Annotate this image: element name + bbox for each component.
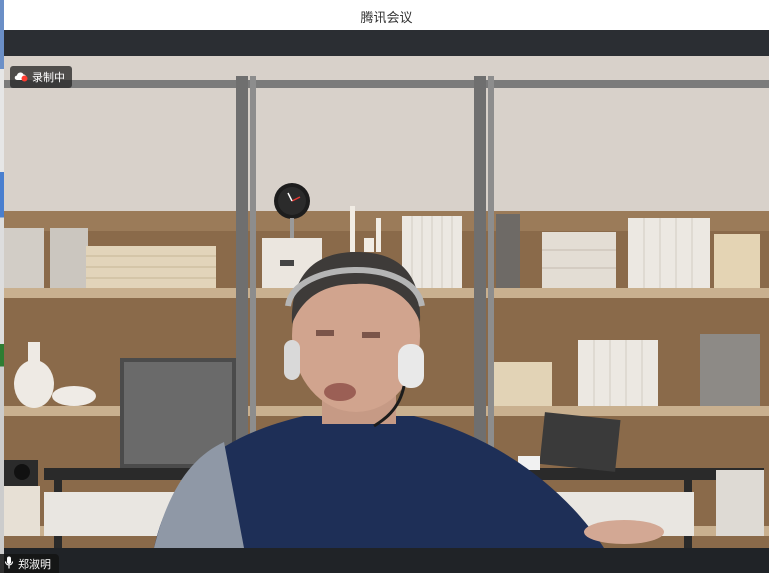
meeting-window: 腾讯会议 [4,0,769,573]
cloud-record-icon [14,70,28,85]
recording-label: 录制中 [32,71,65,84]
toolbar-band [4,30,769,56]
video-frame [4,56,769,548]
title-bar[interactable]: 腾讯会议 [4,0,769,31]
recording-badge: 录制中 [10,66,72,88]
participant-name: 郑淑明 [18,557,51,571]
bottom-bar [4,548,769,573]
microphone-icon [4,556,14,572]
participant-name-badge: 郑淑明 [0,554,59,573]
window-title: 腾讯会议 [360,11,413,26]
video-feed [4,56,769,548]
